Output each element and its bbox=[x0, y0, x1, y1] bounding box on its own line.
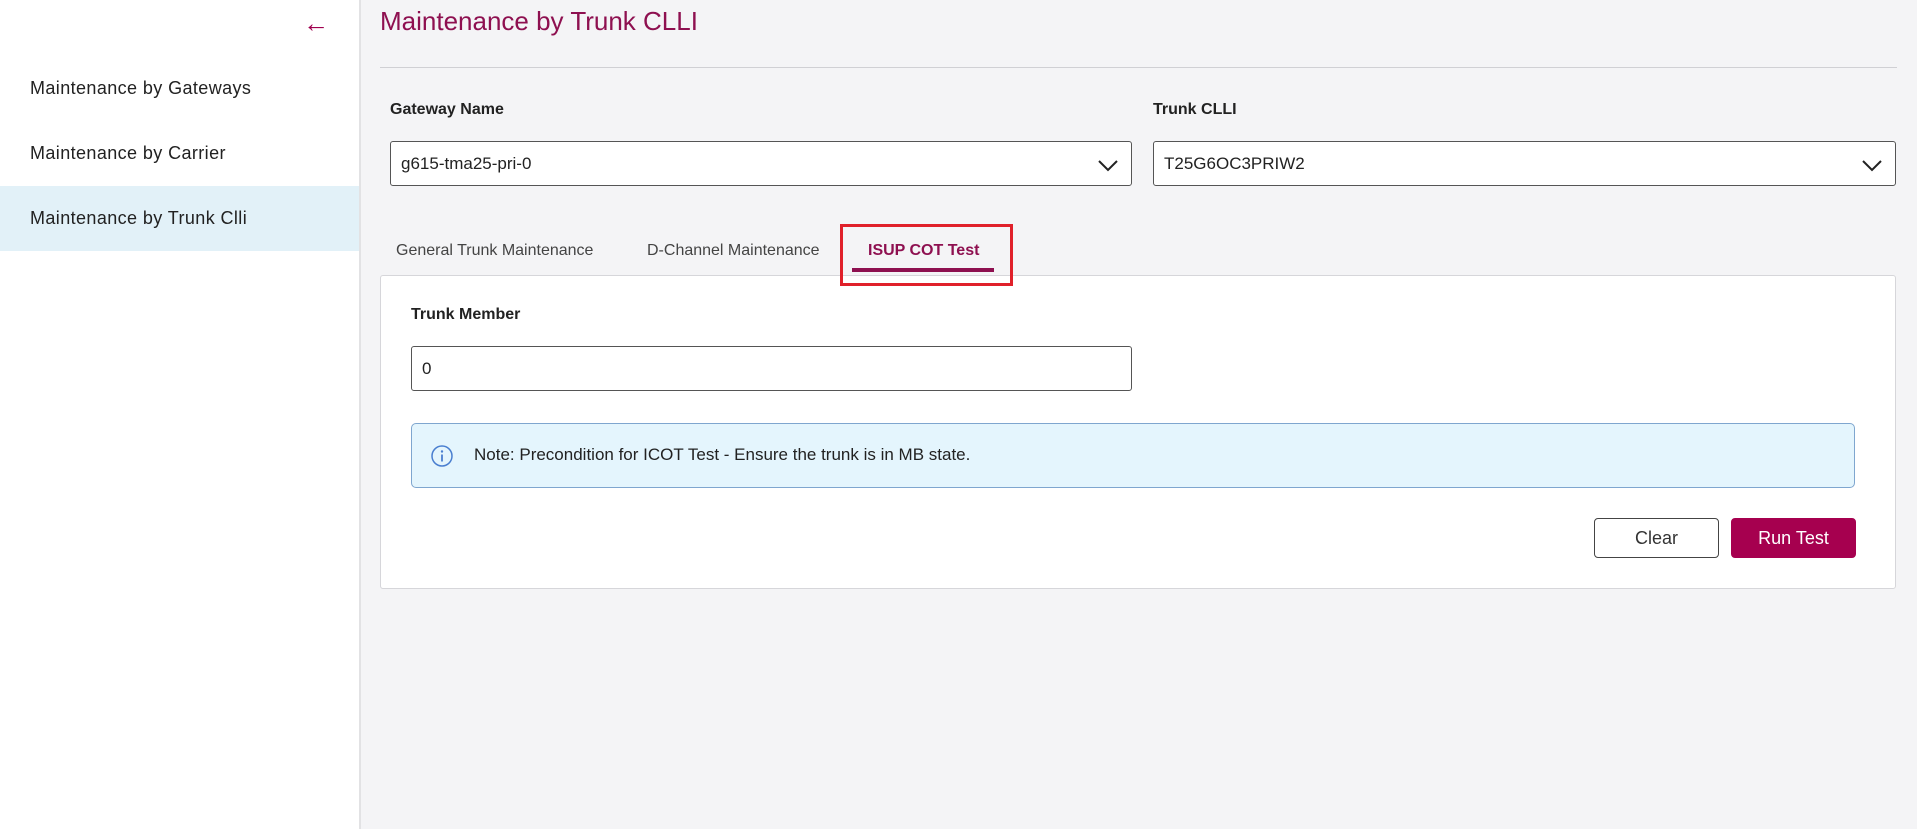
arrow-left-icon: ← bbox=[303, 8, 329, 38]
sidebar-item-carrier[interactable]: Maintenance by Carrier bbox=[0, 121, 359, 186]
trunk-member-label: Trunk Member bbox=[411, 306, 521, 323]
trunk-clli-label: Trunk CLLI bbox=[1153, 101, 1237, 118]
info-note: Note: Precondition for ICOT Test - Ensur… bbox=[411, 423, 1855, 488]
info-icon bbox=[431, 445, 453, 467]
gateway-name-value: g615-tma25-pri-0 bbox=[401, 154, 532, 173]
divider bbox=[380, 67, 1897, 68]
note-text: Note: Precondition for ICOT Test - Ensur… bbox=[474, 445, 971, 464]
collapse-sidebar-button[interactable]: ← bbox=[303, 8, 329, 39]
trunk-member-input[interactable]: 0 bbox=[411, 346, 1132, 391]
chevron-down-icon bbox=[1098, 160, 1118, 172]
page-title: Maintenance by Trunk CLLI bbox=[380, 6, 698, 36]
gateway-name-label: Gateway Name bbox=[390, 101, 504, 118]
tab-d-channel-maintenance[interactable]: D-Channel Maintenance bbox=[647, 242, 820, 260]
sidebar-item-trunk-clli[interactable]: Maintenance by Trunk Clli bbox=[0, 186, 359, 251]
gateway-name-select[interactable]: g615-tma25-pri-0 bbox=[390, 141, 1132, 186]
clear-button[interactable]: Clear bbox=[1594, 518, 1719, 558]
run-test-button[interactable]: Run Test bbox=[1731, 518, 1856, 558]
highlight-box bbox=[840, 224, 1013, 286]
trunk-clli-value: T25G6OC3PRIW2 bbox=[1164, 154, 1305, 173]
sidebar-item-gateways[interactable]: Maintenance by Gateways bbox=[0, 56, 359, 121]
tab-general-trunk-maintenance[interactable]: General Trunk Maintenance bbox=[396, 242, 593, 260]
chevron-down-icon bbox=[1862, 160, 1882, 172]
sidebar: ← Maintenance by Gateways Maintenance by… bbox=[0, 0, 361, 829]
trunk-clli-select[interactable]: T25G6OC3PRIW2 bbox=[1153, 141, 1896, 186]
